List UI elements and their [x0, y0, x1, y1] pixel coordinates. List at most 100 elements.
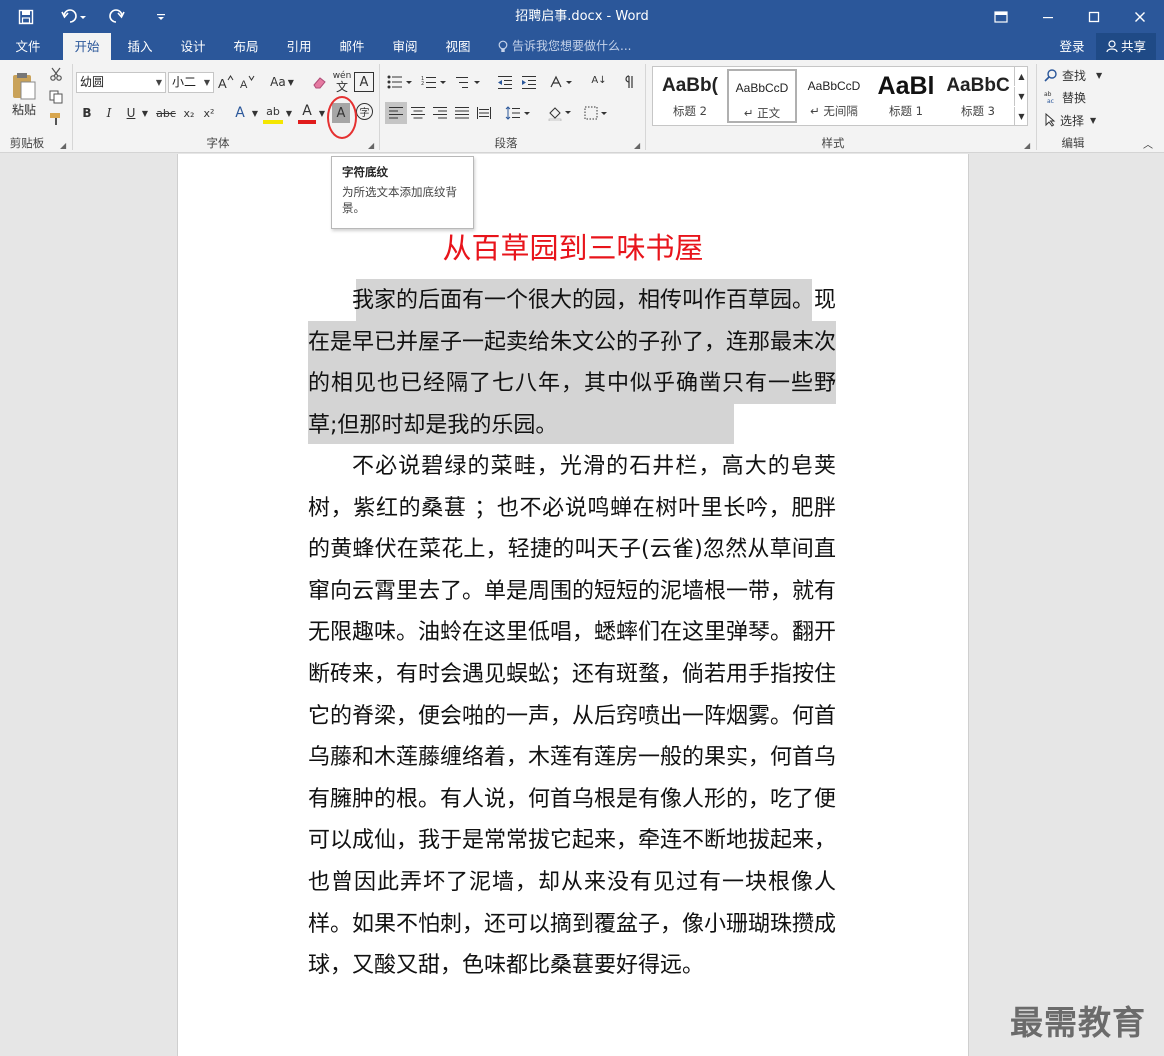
chevron-down-icon: ▼ — [1096, 70, 1103, 80]
chevron-down-icon[interactable]: ▼ — [284, 102, 294, 124]
style-label: ↵ 无间隔 — [810, 104, 858, 118]
select-button[interactable]: 选择 ▼ — [1044, 111, 1108, 129]
styles-launcher-icon[interactable]: ◢ — [1024, 141, 1030, 150]
find-label: 查找 — [1062, 68, 1087, 83]
character-border-icon[interactable]: A — [354, 72, 374, 92]
close-icon[interactable] — [1124, 0, 1156, 33]
style-heading-2[interactable]: AaBb( 标题 2 — [655, 69, 725, 123]
grow-font-icon[interactable]: A — [217, 72, 235, 92]
tell-me-search[interactable]: 告诉我您想要做什么... — [498, 33, 631, 60]
undo-icon[interactable] — [56, 0, 92, 33]
tab-home[interactable]: 开始 — [63, 33, 111, 60]
style-normal[interactable]: AaBbCcD ↵ 正文 — [727, 69, 797, 123]
line-spacing-icon[interactable] — [503, 102, 535, 124]
align-left-icon[interactable] — [385, 102, 407, 124]
scroll-up-icon[interactable]: ▲ — [1014, 67, 1028, 86]
font-color-button[interactable]: A — [298, 102, 316, 124]
customize-icon[interactable] — [150, 0, 172, 33]
sort-button[interactable]: A↓ — [588, 70, 610, 92]
decrease-indent-icon[interactable] — [494, 72, 516, 92]
paragraph-1[interactable]: 我家的后面有一个很大的园，相传叫作百草园。现在是早已并屋子一起卖给朱文公的子孙了… — [308, 280, 836, 446]
change-case-button[interactable]: Aa ▼ — [266, 72, 298, 92]
style-no-spacing[interactable]: AaBbCcD ↵ 无间隔 — [799, 69, 869, 123]
share-button[interactable]: 共享 — [1096, 33, 1156, 60]
chevron-down-icon[interactable]: ▼ — [250, 102, 260, 124]
find-button[interactable]: 查找 ▼ — [1044, 66, 1108, 84]
ribbon-display-icon[interactable] — [986, 0, 1016, 33]
style-heading-3[interactable]: AaBbC 标题 3 — [943, 69, 1013, 123]
clear-formatting-icon[interactable] — [310, 72, 330, 92]
chevron-down-icon[interactable]: ▼ — [140, 102, 150, 124]
phonetic-guide-button[interactable]: wén 文 — [332, 68, 352, 96]
document-heading[interactable]: 从百草园到三味书屋 — [177, 228, 969, 268]
tab-layout[interactable]: 布局 — [222, 33, 270, 60]
align-right-icon[interactable] — [429, 102, 451, 124]
highlight-button[interactable]: ab — [263, 102, 283, 124]
paragraph-2[interactable]: 不必说碧绿的菜畦，光滑的石井栏，高大的皂荚树，紫红的桑葚 ；也不必说鸣蝉在树叶里… — [308, 446, 836, 987]
maximize-icon[interactable] — [1078, 0, 1110, 33]
bullets-icon[interactable] — [385, 72, 417, 92]
collapse-ribbon-icon[interactable]: ︿ — [1140, 136, 1156, 151]
copy-icon[interactable] — [46, 88, 66, 106]
borders-icon[interactable] — [582, 102, 614, 124]
style-label: ↵ 正文 — [743, 106, 781, 120]
superscript-button[interactable]: x² — [200, 102, 218, 124]
text-effects-button[interactable]: A — [230, 102, 250, 124]
increase-indent-icon[interactable] — [518, 72, 540, 92]
format-painter-icon[interactable] — [46, 110, 66, 128]
chinese-layout-icon[interactable] — [548, 72, 578, 92]
show-formatting-icon[interactable] — [620, 72, 640, 92]
style-label: 标题 2 — [673, 104, 707, 118]
tab-review[interactable]: 审阅 — [381, 33, 429, 60]
strikethrough-button[interactable]: abc — [155, 102, 177, 124]
editing-group-label: 编辑 — [1061, 136, 1085, 150]
clipboard-launcher-icon[interactable]: ◢ — [60, 141, 66, 150]
save-icon[interactable] — [12, 0, 40, 33]
subscript-button[interactable]: x₂ — [180, 102, 198, 124]
style-heading-1[interactable]: AaBl 标题 1 — [871, 69, 941, 123]
clipboard-icon — [11, 71, 37, 101]
style-label: 标题 1 — [889, 104, 923, 118]
enclose-characters-button[interactable]: 字 — [356, 103, 373, 120]
cursor-icon — [1044, 113, 1056, 127]
phonetic-char: 文 — [335, 80, 348, 94]
scroll-down-icon[interactable]: ▼ — [1014, 87, 1028, 106]
font-launcher-icon[interactable]: ◢ — [368, 141, 374, 150]
login-link[interactable]: 登录 — [1052, 33, 1092, 60]
svg-text:ab: ab — [1044, 91, 1052, 98]
style-preview: AaBbC — [946, 75, 1010, 96]
paragraph-shading-icon[interactable] — [546, 102, 578, 124]
bold-button[interactable]: B — [78, 102, 96, 124]
chevron-down-icon: ▼ — [203, 78, 210, 87]
redo-icon[interactable] — [104, 0, 130, 33]
more-styles-icon[interactable]: ▼ — [1014, 107, 1028, 126]
font-name-dropdown[interactable]: 幼圆 ▼ — [76, 72, 166, 93]
shrink-font-icon[interactable]: A — [238, 72, 256, 92]
justify-icon[interactable] — [451, 102, 473, 124]
align-center-icon[interactable] — [407, 102, 429, 124]
tooltip-description: 为所选文本添加底纹背景。 — [342, 185, 457, 215]
cut-icon[interactable] — [46, 65, 66, 83]
tab-mailings[interactable]: 邮件 — [328, 33, 376, 60]
multilevel-list-icon[interactable] — [453, 72, 485, 92]
tooltip: 字符底纹 为所选文本添加底纹背景。 — [331, 156, 474, 229]
tab-design[interactable]: 设计 — [169, 33, 217, 60]
tab-view[interactable]: 视图 — [434, 33, 482, 60]
style-preview: AaBbCcD — [735, 81, 789, 95]
paste-button[interactable]: 粘贴 — [6, 66, 42, 122]
replace-button[interactable]: ab ac 替换 — [1044, 88, 1108, 106]
tab-insert[interactable]: 插入 — [116, 33, 164, 60]
chevron-down-icon: ▼ — [1090, 115, 1097, 125]
search-icon — [1044, 68, 1058, 82]
italic-button[interactable]: I — [100, 102, 118, 124]
paragraph-launcher-icon[interactable]: ◢ — [634, 141, 640, 150]
share-label: 共享 — [1120, 39, 1146, 54]
chevron-down-icon[interactable]: ▼ — [317, 102, 327, 124]
underline-button[interactable]: U — [122, 102, 140, 124]
numbering-icon[interactable]: 12 — [419, 72, 451, 92]
minimize-icon[interactable] — [1032, 0, 1064, 33]
distributed-icon[interactable] — [473, 102, 495, 124]
font-size-dropdown[interactable]: 小二 ▼ — [168, 72, 214, 93]
tab-references[interactable]: 引用 — [275, 33, 323, 60]
tab-file[interactable]: 文件 — [4, 33, 52, 60]
